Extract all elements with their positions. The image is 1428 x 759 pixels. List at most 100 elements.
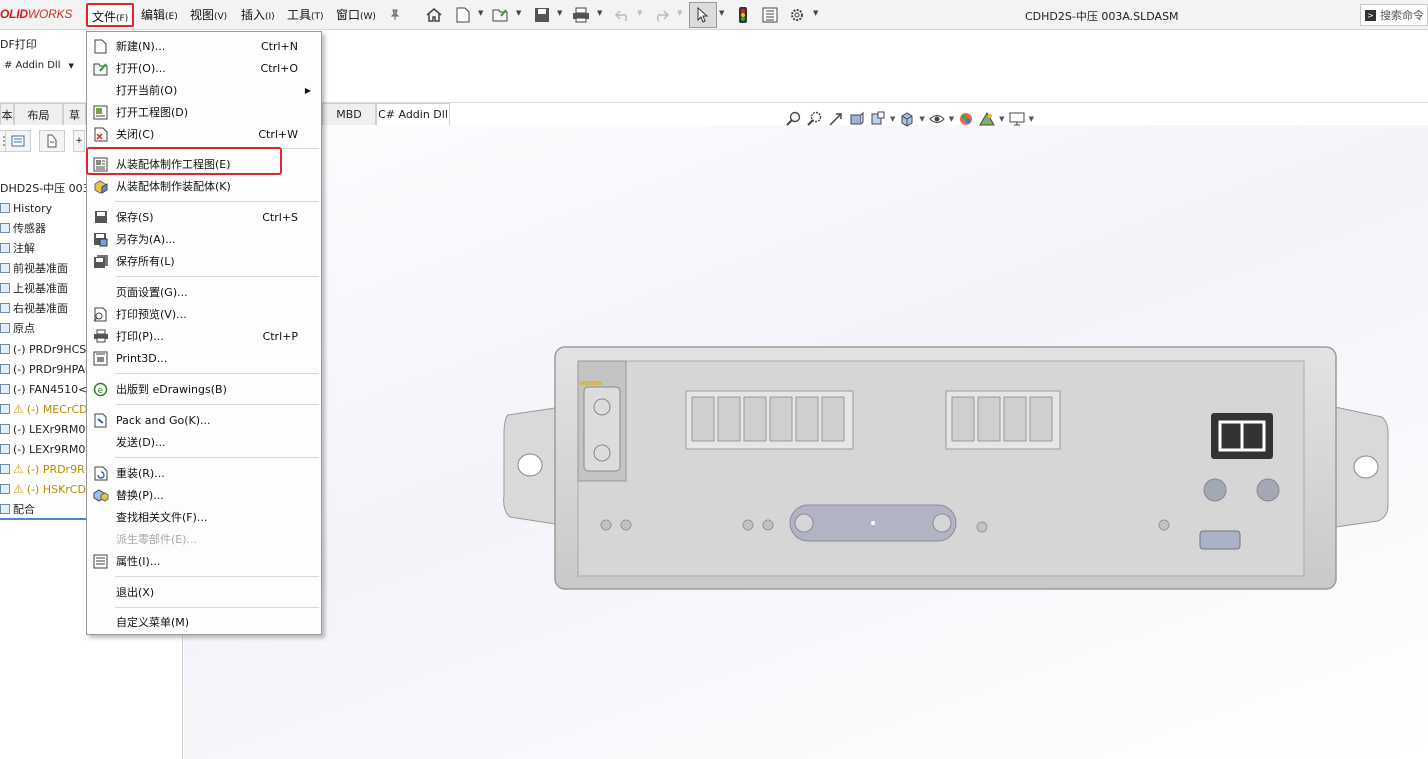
highlight-annotation-box [86,147,282,175]
menu-item-publish-edrawings[interactable]: e 出版到 eDrawings(B) [87,378,321,400]
tab-csharp-addin-dll[interactable]: C# Addin Dll [376,103,450,125]
assembly-3d-model[interactable] [500,345,1390,595]
menu-file[interactable]: 文件(F) [86,3,135,27]
component-icon [0,464,10,474]
tree-item-component[interactable]: (-) PRDr9HPA0 [0,359,92,379]
menu-item-print3d[interactable]: Print3D... [87,347,321,369]
apply-scene-icon[interactable] [978,110,996,128]
tree-item-component-warning[interactable]: ⚠ (-) MECrCD [0,399,88,419]
menu-item-print[interactable]: 打印(P)... Ctrl+P [87,325,321,347]
menu-item-pack-and-go[interactable]: Pack and Go(K)... [87,409,321,431]
menu-item-close[interactable]: 关闭(C) Ctrl+W [87,123,321,145]
display-style-dropdown-icon[interactable]: ▼ [919,115,924,123]
tree-item-component[interactable]: (-) FAN4510<1 [0,379,94,399]
menu-item-reload[interactable]: 重装(R)... [87,462,321,484]
home-icon[interactable] [423,4,445,26]
tree-item-mates[interactable]: 配合 [0,499,35,519]
tab-partial-1[interactable]: 本 [0,103,14,125]
menu-item-make-assembly-from-assembly[interactable]: 从装配体制作装配体(K) [87,175,321,197]
section-view-icon[interactable] [848,110,866,128]
tree-tab-more-icon[interactable]: + [73,130,85,152]
tree-item-history[interactable]: History [0,198,52,218]
menu-insert[interactable]: 插入(I) [241,6,275,23]
menu-item-new[interactable]: 新建(N)... Ctrl+N [87,35,321,57]
scene-dropdown-icon[interactable]: ▼ [999,115,1004,123]
file-properties-icon[interactable] [759,4,781,26]
select-dropdown-icon[interactable]: ▼ [719,9,724,17]
menu-item-save[interactable]: 保存(S) Ctrl+S [87,206,321,228]
menu-item-page-setup[interactable]: 页面设置(G)... [87,281,321,303]
menu-view-label: 视图 [190,8,215,22]
tab-sketch[interactable]: 草 [63,103,86,125]
tree-item-front-plane[interactable]: 前视基准面 [0,258,68,278]
menu-item-save-all[interactable]: 保存所有(L) [87,250,321,272]
previous-view-icon[interactable] [827,110,845,128]
new-dropdown-icon[interactable]: ▼ [478,9,483,17]
redo-dropdown-icon[interactable]: ▼ [677,9,682,17]
print-icon[interactable] [570,4,592,26]
property-manager-tab-icon[interactable] [5,130,31,152]
tab-layout[interactable]: 布局 [14,103,63,125]
zoom-to-fit-icon[interactable] [785,110,803,128]
new-document-icon[interactable] [452,4,474,26]
tree-item-right-plane[interactable]: 右视基准面 [0,298,68,318]
pdf-print-command[interactable]: DF打印 [0,36,37,52]
menu-item-customize-menu[interactable]: 自定义菜单(M) [87,611,321,633]
dynamic-annotation-views-icon[interactable] [869,110,887,128]
hide-show-dropdown-icon[interactable]: ▼ [949,115,954,123]
undo-dropdown-icon[interactable]: ▼ [637,9,642,17]
save-icon[interactable] [531,4,553,26]
options-dropdown-icon[interactable]: ▼ [813,9,818,17]
hide-show-items-icon[interactable] [928,110,946,128]
tree-item-annotations[interactable]: 注解 [0,238,35,258]
open-document-icon[interactable] [490,4,512,26]
search-commands-input[interactable]: > 搜索命令 [1360,4,1428,26]
menu-item-open[interactable]: 打开(O)... Ctrl+O [87,57,321,79]
save-dropdown-icon[interactable]: ▼ [557,9,562,17]
pack-and-go-icon [92,412,109,428]
tab-mbd[interactable]: MBD [322,103,376,125]
tree-item-sensors[interactable]: 传感器 [0,218,46,238]
menu-item-save-as[interactable]: 另存为(A)... [87,228,321,250]
tree-item-top-plane[interactable]: 上视基准面 [0,278,68,298]
menu-item-properties[interactable]: 属性(I)... [87,550,321,572]
view-settings-dropdown-icon[interactable]: ▼ [1029,115,1034,123]
solidworks-logo[interactable]: OLIDWORKS [0,7,72,21]
tree-item-component-warning[interactable]: ⚠ (-) PRDr9R [0,459,85,479]
print-dropdown-icon[interactable]: ▼ [597,9,602,17]
undo-icon[interactable] [612,4,634,26]
rebuild-traffic-light-icon[interactable] [732,4,754,26]
menu-item-open-drawing[interactable]: 打开工程图(D) [87,101,321,123]
menu-item-send[interactable]: 发送(D)... [87,431,321,453]
view-orientation-dropdown-icon[interactable]: ▼ [890,115,895,123]
menu-item-replace[interactable]: 替换(P)... [87,484,321,506]
menu-item-print-preview[interactable]: 打印预览(V)... [87,303,321,325]
edit-appearance-icon[interactable] [957,110,975,128]
menu-item-derive-component-part[interactable]: 派生零部件(E)... [87,528,321,550]
open-dropdown-icon[interactable]: ▼ [516,9,521,17]
redo-icon[interactable] [650,4,672,26]
tree-item-component[interactable]: (-) LEXr9RM03 [0,419,92,439]
select-cursor-icon[interactable] [689,2,717,28]
view-orientation-icon[interactable] [898,110,916,128]
tree-root-assembly[interactable]: DHD2S-中压 003A [0,178,97,198]
menu-item-open-current[interactable]: 打开当前(O) ▶ [87,79,321,101]
menu-item-exit[interactable]: 退出(X) [87,581,321,603]
view-settings-icon[interactable] [1008,110,1026,128]
menu-item-label: 属性(I)... [116,555,161,568]
gear-icon[interactable] [786,4,808,26]
zoom-to-area-icon[interactable] [806,110,824,128]
menu-separator [115,404,319,405]
menu-item-find-references[interactable]: 查找相关文件(F)... [87,506,321,528]
tree-item-component-warning[interactable]: ⚠ (-) HSKrCD [0,479,86,499]
menu-tools[interactable]: 工具(T) [287,6,324,23]
pin-icon[interactable] [384,4,406,26]
tree-item-component[interactable]: (-) PRDr9HCSA [0,339,94,359]
menu-edit[interactable]: 编辑(E) [141,6,178,23]
menu-window[interactable]: 窗口(W) [336,6,376,23]
configuration-manager-tab-icon[interactable] [39,130,65,152]
addin-dll-command[interactable]: # Addin Dll ▼ [4,60,74,71]
menu-view[interactable]: 视图(V) [190,6,227,23]
tree-item-origin[interactable]: 原点 [0,318,35,338]
tree-item-component[interactable]: (-) LEXr9RM03 [0,439,92,459]
